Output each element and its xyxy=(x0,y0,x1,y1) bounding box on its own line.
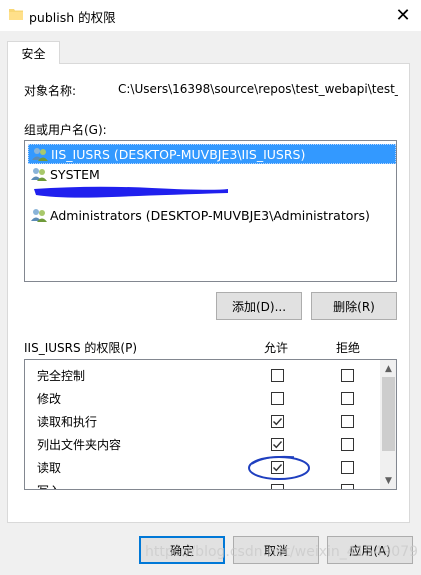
add-button[interactable]: 添加(D)... xyxy=(216,292,302,320)
close-button[interactable]: ✕ xyxy=(385,0,421,31)
allow-checkbox-list-folder[interactable] xyxy=(271,438,284,451)
permission-row: 读取和执行 xyxy=(25,410,380,433)
user-item-iis-iusrs[interactable]: IIS_IUSRS (DESKTOP-MUVBJE3\IIS_IUSRS) xyxy=(28,144,396,164)
permission-row: 读取 xyxy=(25,456,380,479)
checkmark-icon xyxy=(273,441,283,449)
deny-checkbox-read-execute[interactable] xyxy=(341,415,354,428)
cancel-button[interactable]: 取消 xyxy=(233,536,319,564)
object-name-label: 对象名称: xyxy=(24,84,77,98)
user-list[interactable]: IIS_IUSRS (DESKTOP-MUVBJE3\IIS_IUSRS) SY… xyxy=(24,140,397,282)
allow-checkbox-modify[interactable] xyxy=(271,392,284,405)
tab-security[interactable]: 安全 xyxy=(7,41,60,64)
deny-column-header: 拒绝 xyxy=(336,341,361,355)
users-icon xyxy=(31,168,47,181)
permission-row: 修改 xyxy=(25,387,380,410)
allow-column-header: 允许 xyxy=(264,341,289,355)
apply-button[interactable]: 应用(A) xyxy=(327,536,413,564)
users-icon xyxy=(32,148,48,161)
users-icon xyxy=(31,209,47,222)
user-item-administrators[interactable]: Administrators (DESKTOP-MUVBJE3\Administ… xyxy=(28,205,396,225)
object-name-value: C:\Users\16398\source\repos\test_webapi\… xyxy=(118,82,398,96)
window-title: publish 的权限 xyxy=(29,10,116,25)
redaction-scribble xyxy=(34,186,228,198)
scroll-up-arrow-icon[interactable]: ▲ xyxy=(380,360,396,377)
allow-checkbox-full-control[interactable] xyxy=(271,369,284,382)
scrollbar-thumb[interactable] xyxy=(382,377,395,451)
permission-row: 列出文件夹内容 xyxy=(25,433,380,456)
scroll-down-arrow-icon[interactable]: ▼ xyxy=(380,472,396,489)
user-item-system[interactable]: SYSTEM xyxy=(28,164,396,184)
permissions-list: 完全控制 修改 读取和执行 列出文件夹内容 读取 写入 ▲ ▼ xyxy=(24,359,397,490)
deny-checkbox-list-folder[interactable] xyxy=(341,438,354,451)
permissions-scrollbar[interactable]: ▲ ▼ xyxy=(380,360,396,489)
allow-checkbox-read-execute[interactable] xyxy=(271,415,284,428)
annotation-circle xyxy=(248,455,310,480)
folder-icon xyxy=(9,9,23,20)
deny-checkbox-write[interactable] xyxy=(341,484,354,489)
permissions-label: IIS_IUSRS 的权限(P) xyxy=(24,341,138,355)
ok-button[interactable]: 确定 xyxy=(139,536,225,564)
groups-label: 组或用户名(G): xyxy=(24,123,107,137)
deny-checkbox-read[interactable] xyxy=(341,461,354,474)
close-icon: ✕ xyxy=(395,5,411,26)
remove-button[interactable]: 删除(R) xyxy=(311,292,397,320)
allow-checkbox-write[interactable] xyxy=(271,484,284,489)
permission-row: 写入 xyxy=(25,479,380,489)
permission-row: 完全控制 xyxy=(25,364,380,387)
checkmark-icon xyxy=(273,418,283,426)
title-bar: publish 的权限 ✕ xyxy=(0,0,421,31)
deny-checkbox-modify[interactable] xyxy=(341,392,354,405)
deny-checkbox-full-control[interactable] xyxy=(341,369,354,382)
